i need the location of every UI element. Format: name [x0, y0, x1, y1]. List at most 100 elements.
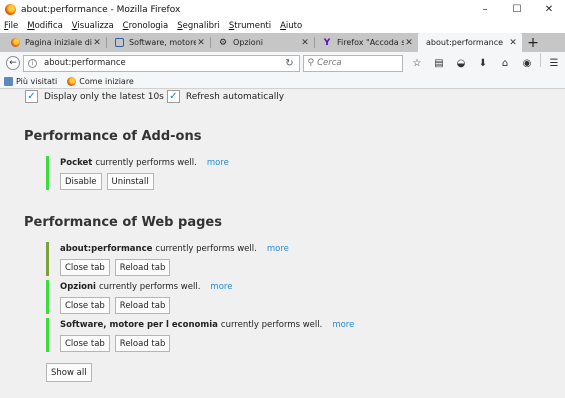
menu-aiuto[interactable]: Aiuto [280, 21, 302, 31]
new-tab-button[interactable]: + [522, 33, 544, 52]
tab-label: Pagina iniziale di M... [25, 38, 92, 47]
menu-bar: File Modifica Visualizza Cronologia Segn… [0, 19, 565, 33]
reload-icon[interactable]: ↻ [281, 58, 299, 69]
bookmark-label: Come iniziare [79, 76, 134, 86]
button-row: Disable Uninstall [60, 173, 229, 190]
webpages-section-title: Performance of Web pages [24, 215, 222, 230]
reload-tab-button[interactable]: Reload tab [114, 297, 171, 314]
url-text[interactable]: about:performance [44, 58, 281, 68]
folder-icon [4, 76, 13, 86]
bookmark-come-iniziare[interactable]: Come iniziare [67, 76, 134, 86]
navigation-bar: ← i about:performance ↻ ⚲ ☆ ▤ ◒ ⬇ ⌂ ◉ ☰ [0, 52, 565, 74]
search-bar[interactable]: ⚲ [302, 54, 403, 72]
close-tab-icon[interactable]: ✕ [300, 38, 310, 48]
url-bar[interactable]: i about:performance ↻ [22, 54, 300, 72]
entry-status: currently performs well. [98, 282, 201, 292]
entry-name: about:performance [60, 244, 153, 254]
sync-icon[interactable]: ◉ [516, 53, 538, 73]
latest-10s-checkbox[interactable]: ✓ [25, 90, 38, 103]
webpage-entry-opzioni: Opzioni currently performs well. more Cl… [46, 280, 232, 314]
gear-icon: ⚙ [218, 37, 228, 48]
menu-visualizza[interactable]: Visualizza [72, 21, 114, 31]
window-controls: – ☐ ✕ [469, 0, 565, 19]
button-row: Close tab Reload tab [60, 297, 232, 314]
show-all-button[interactable]: Show all [46, 363, 92, 382]
menu-strumenti[interactable]: Strumenti [229, 21, 271, 31]
more-link[interactable]: more [267, 244, 289, 254]
menu-cronologia[interactable]: Cronologia [123, 21, 169, 31]
bookmark-label: Più visitati [16, 76, 58, 86]
search-input[interactable] [317, 58, 398, 68]
close-tab-button[interactable]: Close tab [60, 335, 110, 352]
firefox-logo-icon [5, 4, 16, 15]
entry-name: Opzioni [60, 282, 96, 292]
addon-entry-pocket: Pocket currently performs well. more Dis… [46, 156, 229, 190]
maximize-button[interactable]: ☐ [501, 0, 533, 19]
latest-10s-label: Display only the latest 10s [44, 91, 164, 102]
tab-strip: Pagina iniziale di M... ✕ Software, moto… [0, 33, 565, 52]
entry-status: currently performs well. [155, 244, 257, 254]
tab-label: Firefox "Accoda sc... [337, 38, 404, 47]
close-tab-icon[interactable]: ✕ [404, 38, 414, 48]
uninstall-button[interactable]: Uninstall [106, 173, 154, 190]
tab-label: about:performance [426, 38, 504, 47]
bookmark-star-icon[interactable]: ☆ [406, 53, 428, 73]
pocket-icon[interactable]: ◒ [450, 53, 472, 73]
disable-button[interactable]: Disable [60, 173, 102, 190]
software-icon [114, 38, 124, 48]
button-row: Close tab Reload tab [60, 259, 289, 276]
menu-modifica[interactable]: Modifica [27, 21, 63, 31]
toolbar-icons: ☆ ▤ ◒ ⬇ ⌂ ◉ ☰ [406, 53, 565, 73]
info-icon[interactable]: i [27, 58, 37, 68]
search-icon: ⚲ [307, 58, 315, 68]
close-tab-button[interactable]: Close tab [60, 259, 110, 276]
reload-tab-button[interactable]: Reload tab [114, 335, 171, 352]
button-row: Close tab Reload tab [60, 335, 354, 352]
reading-list-icon[interactable]: ▤ [428, 53, 450, 73]
close-tab-icon[interactable]: ✕ [92, 38, 102, 48]
tab-pagina-iniziale[interactable]: Pagina iniziale di M... ✕ [2, 33, 106, 52]
menu-segnalibri[interactable]: Segnalibri [177, 21, 220, 31]
entry-status: currently performs well. [95, 158, 197, 168]
tab-firefox-accoda[interactable]: Y Firefox "Accoda sc... ✕ [314, 33, 418, 52]
tab-about-performance[interactable]: about:performance ✕ [418, 33, 522, 52]
window-titlebar: about:performance - Mozilla Firefox – ☐ … [0, 0, 565, 19]
window-title: about:performance - Mozilla Firefox [21, 4, 181, 15]
tab-opzioni[interactable]: ⚙ Opzioni ✕ [210, 33, 314, 52]
entry-line: Pocket currently performs well. more [60, 156, 229, 170]
close-tab-button[interactable]: Close tab [60, 297, 110, 314]
firefox-icon [67, 76, 77, 86]
firefox-icon [10, 38, 20, 48]
close-window-button[interactable]: ✕ [533, 0, 565, 19]
bookmark-piu-visitati[interactable]: Più visitati [4, 76, 58, 86]
back-button[interactable]: ← [6, 56, 20, 70]
minimize-button[interactable]: – [469, 0, 501, 19]
close-tab-icon[interactable]: ✕ [196, 38, 206, 48]
page-content: ✓ Display only the latest 10s ✓ Refresh … [0, 89, 565, 398]
yahoo-icon: Y [323, 37, 331, 48]
tab-software[interactable]: Software, motore p... ✕ [106, 33, 210, 52]
entry-line: Software, motore per l economia currentl… [60, 318, 354, 332]
bookmarks-bar: Più visitati Come iniziare [0, 74, 565, 89]
entry-name: Pocket [60, 158, 93, 168]
download-icon[interactable]: ⬇ [472, 53, 494, 73]
entry-line: about:performance currently performs wel… [60, 242, 289, 256]
entry-status: currently performs well. [220, 320, 323, 330]
hamburger-menu-icon[interactable]: ☰ [543, 53, 565, 73]
reload-tab-button[interactable]: Reload tab [114, 259, 171, 276]
entry-line: Opzioni currently performs well. more [60, 280, 232, 294]
webpage-entry-about-performance: about:performance currently performs wel… [46, 242, 289, 276]
refresh-checkbox[interactable]: ✓ [166, 90, 180, 103]
more-link[interactable]: more [207, 158, 229, 168]
more-link[interactable]: more [332, 320, 354, 330]
close-tab-icon[interactable]: ✕ [508, 38, 518, 48]
entry-name: Software, motore per l economia [60, 320, 218, 330]
refresh-label: Refresh automatically [185, 91, 285, 102]
options-row: ✓ Display only the latest 10s ✓ Refresh … [25, 89, 284, 104]
home-icon[interactable]: ⌂ [494, 53, 516, 73]
tab-label: Software, motore p... [129, 38, 196, 47]
tab-label: Opzioni [233, 38, 263, 47]
menu-file[interactable]: File [4, 21, 18, 31]
more-link[interactable]: more [210, 282, 232, 292]
webpage-entry-software: Software, motore per l economia currentl… [46, 318, 354, 352]
